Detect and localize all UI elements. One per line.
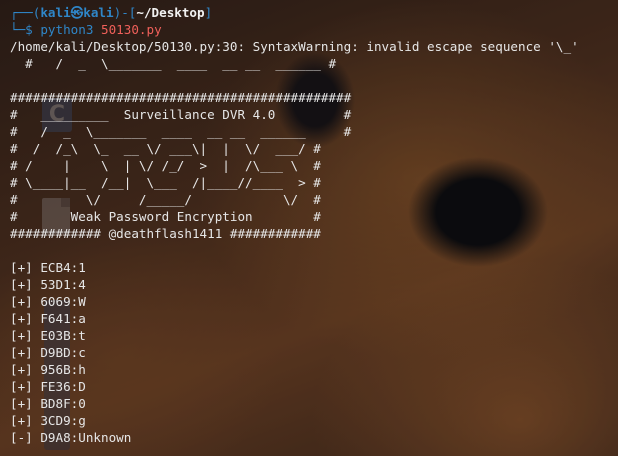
warning-continuation: # / _ \_______ ____ __ __ ______ # xyxy=(10,56,337,71)
prompt-path: ~/Desktop xyxy=(136,5,205,20)
prompt-box-bottom: └─$ xyxy=(10,22,41,37)
banner-block: ########################################… xyxy=(10,72,618,242)
result-line: [+] E03B:t xyxy=(10,328,86,343)
warning-line: /home/kali/Desktop/50130.py:30: SyntaxWa… xyxy=(10,39,579,54)
result-line: [+] F641:a xyxy=(10,311,86,326)
banner-line: # Weak Password Encryption # xyxy=(10,209,321,224)
banner-line xyxy=(10,72,618,89)
result-line: [-] D9A8:Unknown xyxy=(10,430,132,445)
command-argument: 50130.py xyxy=(101,22,162,37)
banner-line: # / _ \_______ ____ __ __ ______ # xyxy=(10,124,352,139)
banner-line: ############ @deathflash1411 ###########… xyxy=(10,226,321,241)
result-line: [+] 956B:h xyxy=(10,362,86,377)
prompt-box-end: ] xyxy=(204,5,213,20)
banner-line: ########################################… xyxy=(10,90,352,105)
results-block: [+] ECB4:1 [+] 53D1:4 [+] 6069:W [+] F64… xyxy=(10,242,618,446)
command-name: python3 xyxy=(40,22,94,37)
banner-line: # / /_\ \_ __ \/ ___\| | \/ ___/ # xyxy=(10,141,321,156)
banner-line: # / | \ | \/ /_/ > | /\___ \ # xyxy=(10,158,321,173)
banner-line: # _________ Surveillance DVR 4.0 # xyxy=(10,107,352,122)
result-line: [+] ECB4:1 xyxy=(10,260,86,275)
prompt-box-top: ┌──( xyxy=(10,5,41,20)
prompt-line-command: └─$ python3 50130.py xyxy=(10,21,618,38)
result-line: [+] 3CD9:g xyxy=(10,413,86,428)
result-line xyxy=(10,242,618,259)
result-line: [+] 53D1:4 xyxy=(10,277,86,292)
banner-line: # \/ /_____/ \/ # xyxy=(10,192,321,207)
prompt-line-top: ┌──(kali㉿kali)-[~/Desktop] xyxy=(10,4,618,21)
prompt-box-mid: )-[ xyxy=(113,5,137,20)
result-line: [+] 6069:W xyxy=(10,294,86,309)
result-line: [+] FE36:D xyxy=(10,379,86,394)
result-line: [+] BD8F:0 xyxy=(10,396,86,411)
terminal-window[interactable]: ┌──(kali㉿kali)-[~/Desktop] └─$ python3 5… xyxy=(0,0,618,456)
prompt-user: kali㉿kali xyxy=(40,5,114,20)
result-line: [+] D9BD:c xyxy=(10,345,86,360)
banner-line: # \____|__ /__| \___ /|____//____ > # xyxy=(10,175,321,190)
